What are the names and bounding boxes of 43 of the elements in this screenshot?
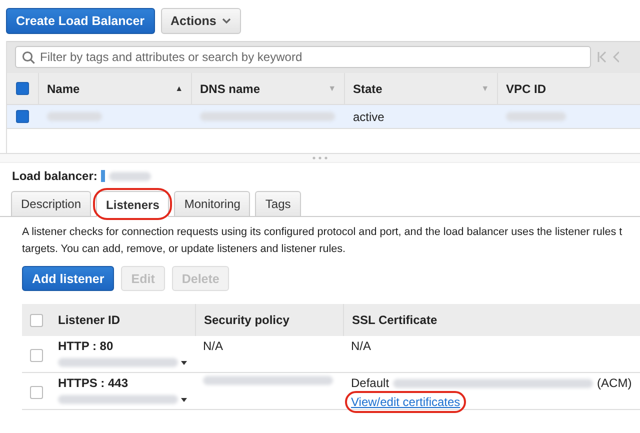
table-cell: N/A <box>351 339 372 353</box>
load-balancer-label: Load balancer: <box>12 169 98 183</box>
table-cell: (ACM) <box>597 376 632 390</box>
row-checkbox[interactable] <box>16 110 29 123</box>
column-header[interactable]: State <box>353 82 382 96</box>
blurred-text <box>109 172 152 180</box>
action-button[interactable]: Add listener <box>22 266 114 291</box>
table-row[interactable]: active <box>7 105 640 129</box>
tab[interactable]: Tags <box>255 191 301 216</box>
tab[interactable]: Monitoring <box>174 191 250 216</box>
listener-id: HTTPS : 443 <box>58 376 130 390</box>
drag-handle-icon[interactable] <box>312 156 328 160</box>
actions-button[interactable]: Actions <box>160 8 242 34</box>
column-header[interactable]: Name <box>47 82 80 96</box>
table-cell: Default <box>351 376 390 390</box>
blurred-text <box>506 112 566 120</box>
view-edit-certificates-link[interactable]: View/edit certificates <box>351 395 460 409</box>
caret-icon[interactable] <box>181 360 187 364</box>
listener-id: HTTP : 80 <box>58 339 114 353</box>
column-header: Listener ID <box>58 313 120 327</box>
selection-marker <box>101 170 106 182</box>
column-header[interactable]: DNS name <box>200 82 260 96</box>
caret-icon <box>222 18 232 24</box>
row-checkbox[interactable] <box>30 386 42 399</box>
row-checkbox[interactable] <box>30 349 42 362</box>
select-all-checkbox[interactable] <box>16 82 29 95</box>
tab[interactable]: Description <box>11 191 92 216</box>
description-text: A listener checks for connection requests using its configured protocol and port, and the load balancer uses the listener rules t targets. You can add, remove, or update listeners and listener rules. <box>22 225 624 257</box>
first-page-icon[interactable] <box>597 51 607 63</box>
search-field[interactable]: Filter by tags and attributes or search by keyword <box>15 46 591 68</box>
create-load-balancer-button[interactable]: Create Load Balancer <box>6 8 155 34</box>
table-cell-text: N/A <box>203 339 224 353</box>
column-header: SSL Certificate <box>352 313 438 327</box>
sort-icon[interactable]: ▲ <box>175 84 183 93</box>
blurred-text <box>47 112 102 120</box>
tab[interactable]: Listeners <box>96 191 170 217</box>
column-header: Security policy <box>204 313 290 327</box>
previous-page-icon[interactable] <box>613 51 619 63</box>
caret-icon[interactable] <box>181 398 187 402</box>
column-header[interactable]: VPC ID <box>506 82 546 96</box>
search-icon <box>22 51 35 64</box>
select-all-checkbox[interactable] <box>30 314 42 326</box>
table-cell: active <box>353 110 384 124</box>
